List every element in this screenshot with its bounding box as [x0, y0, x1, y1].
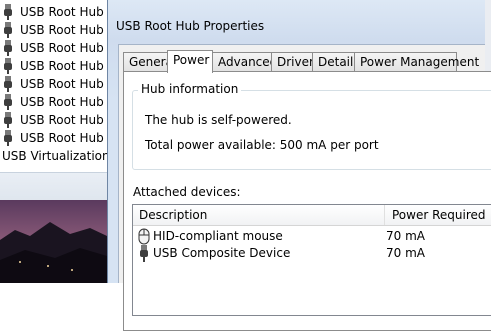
device-description: HID-compliant mouse: [153, 229, 283, 243]
tree-item-label: USB Virtualization: [2, 149, 110, 163]
usb-plug-icon: [4, 76, 12, 92]
attached-devices-list[interactable]: Description Power Required HID-compliant…: [132, 204, 491, 316]
device-power: 70 mA: [386, 246, 425, 260]
column-header-description[interactable]: Description: [139, 205, 207, 225]
tab-power[interactable]: Power: [167, 50, 213, 73]
self-powered-text: The hub is self-powered.: [145, 113, 292, 127]
list-item[interactable]: USB Composite Device 70 mA: [133, 245, 491, 262]
mouse-icon: [138, 228, 150, 245]
usb-plug-icon: [4, 22, 12, 38]
device-manager-tree: USB Root Hub USB Root Hub USB Root Hub U…: [0, 0, 110, 172]
desktop-wallpaper-image: [0, 200, 107, 283]
device-description: USB Composite Device: [153, 246, 291, 260]
tree-item-label: USB Root Hub: [20, 77, 104, 91]
usb-plug-icon: [4, 130, 12, 146]
attached-devices-label: Attached devices:: [133, 185, 241, 199]
window-title: USB Root Hub Properties: [116, 19, 265, 33]
group-legend: Hub information: [138, 82, 242, 96]
usb-plug-icon: [4, 40, 12, 56]
background-taskbar-strip: [0, 172, 110, 201]
device-power: 70 mA: [386, 229, 425, 243]
usb-root-hub-properties-window: USB Root Hub Properties General Power Ad…: [107, 0, 491, 331]
tab-advanced[interactable]: Advanced: [212, 52, 277, 71]
power-tab-panel: Hub information The hub is self-powered.…: [123, 71, 491, 331]
tab-general[interactable]: General: [123, 52, 176, 71]
hub-information-group: Hub information The hub is self-powered.…: [132, 82, 491, 170]
usb-plug-icon: [4, 4, 12, 20]
list-item[interactable]: HID-compliant mouse 70 mA: [133, 228, 491, 245]
tree-item-label: USB Root Hub: [20, 59, 104, 73]
tree-item-label: USB Root Hub: [20, 95, 104, 109]
tab-driver[interactable]: Driver: [271, 52, 314, 71]
usb-plug-icon: [4, 94, 12, 110]
tab-power-management[interactable]: Power Management: [354, 52, 479, 71]
column-header-power-required[interactable]: Power Required: [392, 205, 486, 225]
tree-item-label: USB Root Hub: [20, 131, 104, 145]
tree-item-label: USB Root Hub: [20, 23, 104, 37]
total-power-text: Total power available: 500 mA per port: [145, 138, 379, 152]
tree-item-label: USB Root Hub: [20, 41, 104, 55]
title-bar[interactable]: USB Root Hub Properties: [108, 0, 485, 36]
column-divider[interactable]: [384, 205, 385, 225]
list-header: Description Power Required: [133, 205, 491, 226]
tree-item-label: USB Root Hub: [20, 113, 104, 127]
dialog-client-area: General Power Advanced Driver Details Po…: [118, 44, 491, 331]
tree-item-label: USB Root Hub: [20, 5, 104, 19]
usb-plug-icon: [4, 58, 12, 74]
usb-plug-icon: [140, 245, 148, 262]
usb-plug-icon: [4, 112, 12, 128]
tab-details[interactable]: Details: [312, 52, 360, 71]
